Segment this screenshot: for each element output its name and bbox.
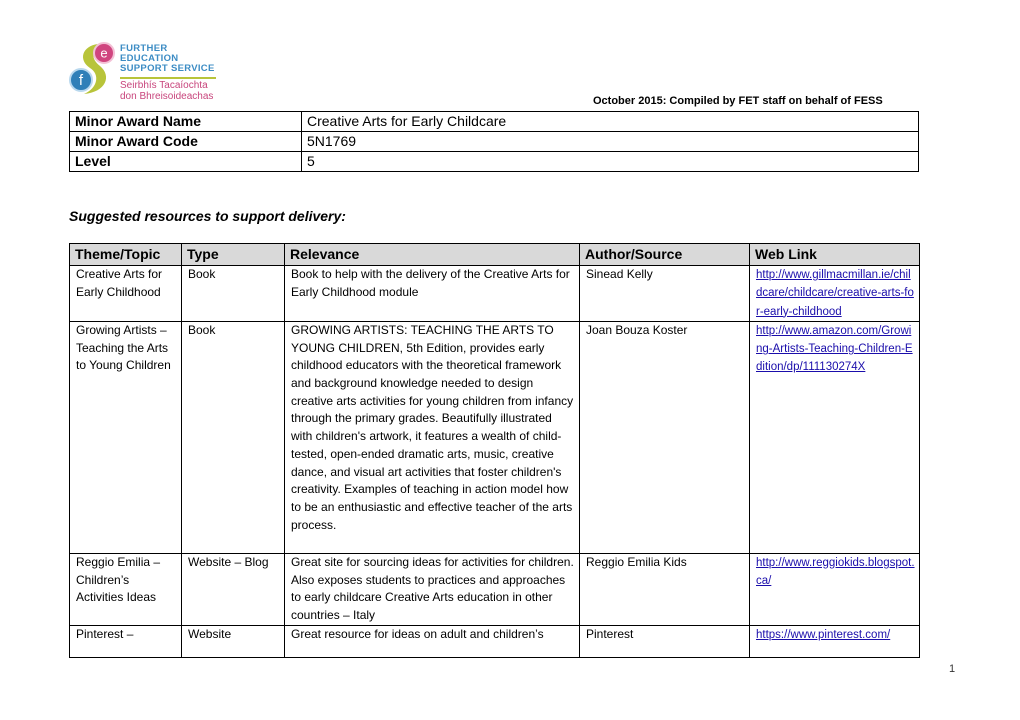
award-level-value: 5 — [301, 151, 919, 172]
header-theme-topic: Theme/Topic — [69, 243, 182, 266]
cell-relevance: Great site for sourcing ideas for activi… — [284, 552, 580, 626]
resources-header-row: Theme/Topic Type Relevance Author/Source… — [69, 243, 920, 266]
cell-author: Reggio Emilia Kids — [579, 552, 750, 626]
award-level-label: Level — [69, 151, 302, 172]
logo-text-line2: SUPPORT SERVICE — [120, 63, 215, 74]
cell-type: Book — [181, 265, 285, 322]
cell-link: http://www.gillmacmillan.ie/childcare/ch… — [749, 265, 920, 322]
fess-logo: e f FURTHER EDUCATION SUPPORT SERVICE Se… — [68, 40, 228, 101]
web-link[interactable]: http://www.gillmacmillan.ie/childcare/ch… — [756, 269, 914, 318]
header-author-source: Author/Source — [579, 243, 750, 266]
logo-mark-icon: e f — [69, 42, 115, 94]
cell-type: Book — [181, 320, 285, 554]
award-row-name: Minor Award Name Creative Arts for Early… — [69, 111, 919, 132]
award-row-level: Level 5 — [69, 151, 919, 172]
header-relevance: Relevance — [284, 243, 580, 266]
cell-relevance: Book to help with the delivery of the Cr… — [284, 265, 580, 322]
cell-author: Pinterest — [579, 624, 750, 658]
table-row: Reggio Emilia – Children’s Activities Id… — [69, 552, 920, 626]
cell-relevance: GROWING ARTISTS: TEACHING THE ARTS TO YO… — [284, 320, 580, 554]
cell-author: Joan Bouza Koster — [579, 320, 750, 554]
cell-type: Website – Blog — [181, 552, 285, 626]
resources-table: Theme/Topic Type Relevance Author/Source… — [69, 243, 920, 658]
cell-topic: Pinterest – — [69, 624, 182, 658]
compiled-note: October 2015: Compiled by FET staff on b… — [593, 95, 883, 107]
cell-author: Sinead Kelly — [579, 265, 750, 322]
cell-topic: Reggio Emilia – Children’s Activities Id… — [69, 552, 182, 626]
award-row-code: Minor Award Code 5N1769 — [69, 131, 919, 152]
award-code-label: Minor Award Code — [69, 131, 302, 152]
web-link[interactable]: http://www.amazon.com/Growing-Artists-Te… — [756, 325, 913, 374]
logo-text-line3: Seirbhís Tacaíochta — [120, 79, 208, 91]
award-name-label: Minor Award Name — [69, 111, 302, 132]
cell-topic: Creative Arts for Early Childhood — [69, 265, 182, 322]
logo-text-line4: don Bhreisoideachas — [120, 90, 214, 102]
logo-divider — [120, 76, 216, 79]
cell-link: https://www.pinterest.com/ — [749, 624, 920, 658]
cell-link: http://www.amazon.com/Growing-Artists-Te… — [749, 320, 920, 554]
award-table: Minor Award Name Creative Arts for Early… — [69, 111, 919, 172]
section-title: Suggested resources to support delivery: — [69, 208, 346, 224]
award-code-value: 5N1769 — [301, 131, 919, 152]
page-number: 1 — [949, 663, 956, 675]
cell-topic: Growing Artists – Teaching the Arts to Y… — [69, 320, 182, 554]
header-type: Type — [181, 243, 285, 266]
table-row: Pinterest – Website Great resource for i… — [69, 624, 920, 658]
header-web-link: Web Link — [749, 243, 920, 266]
web-link[interactable]: https://www.pinterest.com/ — [756, 629, 890, 641]
web-link[interactable]: http://www.reggiokids.blogspot.ca/ — [756, 557, 915, 587]
table-row: Creative Arts for Early Childhood Book B… — [69, 265, 920, 322]
cell-relevance: Great resource for ideas on adult and ch… — [284, 624, 580, 658]
table-row: Growing Artists – Teaching the Arts to Y… — [69, 320, 920, 554]
logo-text-line1: FURTHER EDUCATION — [120, 43, 179, 64]
cell-link: http://www.reggiokids.blogspot.ca/ — [749, 552, 920, 626]
award-name-value: Creative Arts for Early Childcare — [301, 111, 919, 132]
cell-type: Website — [181, 624, 285, 658]
svg-text:e: e — [100, 46, 107, 61]
